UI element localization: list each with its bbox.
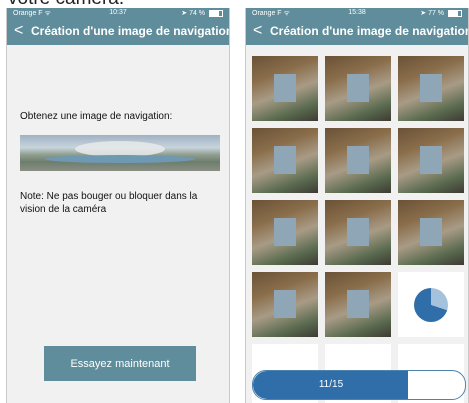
page-title: Création d'une image de navigation xyxy=(31,24,230,38)
capture-progress-bar: 11/15 xyxy=(252,370,466,400)
captured-thumbnail xyxy=(325,200,391,265)
battery-indicator: ➤ 77 % xyxy=(420,9,462,17)
back-chevron-icon[interactable]: < xyxy=(253,22,262,40)
status-bar: Orange F ᯤ 15:38 ➤ 77 % xyxy=(246,8,468,18)
captured-thumbnail xyxy=(398,128,464,193)
captured-thumbnail xyxy=(252,200,318,265)
battery-icon xyxy=(209,9,223,17)
status-bar: Orange F ᯤ 10:37 ➤ 74 % xyxy=(7,8,229,18)
captured-thumbnail xyxy=(252,56,318,121)
location-icon: ➤ xyxy=(181,10,188,17)
captured-thumbnail xyxy=(252,272,318,337)
captured-thumbnail xyxy=(398,56,464,121)
cropped-caption: votre caméra. xyxy=(0,0,469,8)
battery-percent: 77 % xyxy=(428,10,445,17)
caption-text: votre caméra. xyxy=(8,0,124,8)
captured-thumbnail xyxy=(252,128,318,193)
try-now-button[interactable]: Essayez maintenant xyxy=(44,346,196,381)
instruction-heading: Obtenez une image de navigation: xyxy=(20,111,173,122)
battery-icon xyxy=(448,9,462,17)
back-chevron-icon[interactable]: < xyxy=(14,22,23,40)
page-title: Création d'une image de navigation xyxy=(270,24,469,38)
nav-bar: < Création d'une image de navigation xyxy=(246,18,468,45)
right-phone-screen: Orange F ᯤ 15:38 ➤ 77 % < Création d'une… xyxy=(245,8,469,403)
captured-thumbnail xyxy=(325,272,391,337)
nav-bar: < Création d'une image de navigation xyxy=(7,18,229,45)
captured-thumbnail xyxy=(325,56,391,121)
captured-thumbnail xyxy=(325,128,391,193)
left-phone-screen: Orange F ᯤ 10:37 ➤ 74 % < Création d'une… xyxy=(6,8,230,403)
battery-percent: 74 % xyxy=(189,10,206,17)
camera-note: Note: Ne pas bouger ou bloquer dans la v… xyxy=(20,191,198,215)
navigation-image-example xyxy=(20,135,220,171)
capture-spinner xyxy=(398,272,464,337)
battery-indicator: ➤ 74 % xyxy=(181,9,223,17)
progress-pie-icon xyxy=(414,288,448,322)
captured-thumbnail xyxy=(398,200,464,265)
progress-label: 11/15 xyxy=(318,379,344,390)
location-icon: ➤ xyxy=(420,10,427,17)
